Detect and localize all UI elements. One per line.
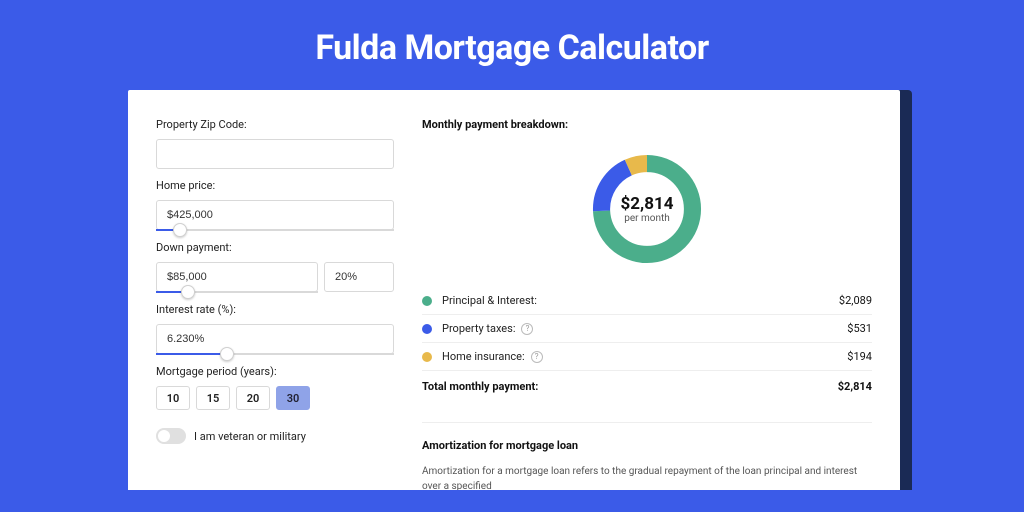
price-field: Home price: xyxy=(156,179,394,231)
dot-insurance xyxy=(422,352,432,362)
info-icon[interactable]: ? xyxy=(531,351,543,363)
legend-val-principal: $2,089 xyxy=(839,294,872,307)
rate-slider-handle[interactable] xyxy=(220,347,234,361)
legend-row-principal: Principal & Interest: $2,089 xyxy=(422,287,872,315)
rate-input[interactable] xyxy=(156,324,394,354)
period-field: Mortgage period (years): 10 15 20 30 xyxy=(156,365,394,410)
legend-label-principal: Principal & Interest: xyxy=(442,294,839,307)
total-row: Total monthly payment: $2,814 xyxy=(422,371,872,402)
results-column: Monthly payment breakdown: $2,814 per mo… xyxy=(422,118,872,490)
down-slider[interactable] xyxy=(156,291,318,293)
price-label: Home price: xyxy=(156,179,394,192)
legend-text-insurance: Home insurance: xyxy=(442,350,525,363)
period-option-15[interactable]: 15 xyxy=(196,386,230,410)
info-icon[interactable]: ? xyxy=(521,323,533,335)
amortization-title: Amortization for mortgage loan xyxy=(422,439,872,452)
price-slider[interactable] xyxy=(156,229,394,231)
legend-row-insurance: Home insurance: ? $194 xyxy=(422,343,872,371)
legend-row-taxes: Property taxes: ? $531 xyxy=(422,315,872,343)
period-label: Mortgage period (years): xyxy=(156,365,394,378)
total-value: $2,814 xyxy=(838,380,872,393)
down-field: Down payment: xyxy=(156,241,394,293)
down-label: Down payment: xyxy=(156,241,394,254)
donut-sub: per month xyxy=(624,213,670,224)
donut-amount: $2,814 xyxy=(621,194,674,214)
down-slider-handle[interactable] xyxy=(181,285,195,299)
veteran-label: I am veteran or military xyxy=(194,430,306,443)
payment-donut: $2,814 per month xyxy=(587,149,707,269)
rate-field: Interest rate (%): xyxy=(156,303,394,355)
legend-val-insurance: $194 xyxy=(847,350,872,363)
legend-label-taxes: Property taxes: ? xyxy=(442,322,847,335)
period-options: 10 15 20 30 xyxy=(156,386,394,410)
legend-val-taxes: $531 xyxy=(847,322,872,335)
legend-text-taxes: Property taxes: xyxy=(442,322,515,335)
period-option-10[interactable]: 10 xyxy=(156,386,190,410)
price-input[interactable] xyxy=(156,200,394,230)
price-slider-handle[interactable] xyxy=(173,223,187,237)
card-shadow: Property Zip Code: Home price: Down paym… xyxy=(128,90,912,490)
period-option-20[interactable]: 20 xyxy=(236,386,270,410)
veteran-toggle-knob xyxy=(158,430,170,442)
legend-text-principal: Principal & Interest: xyxy=(442,294,537,307)
form-column: Property Zip Code: Home price: Down paym… xyxy=(156,118,394,490)
veteran-toggle[interactable] xyxy=(156,428,186,444)
breakdown-title: Monthly payment breakdown: xyxy=(422,118,872,131)
zip-field: Property Zip Code: xyxy=(156,118,394,169)
donut-wrap: $2,814 per month xyxy=(422,143,872,287)
veteran-row: I am veteran or military xyxy=(156,428,394,444)
dot-principal xyxy=(422,296,432,306)
legend-label-insurance: Home insurance: ? xyxy=(442,350,847,363)
amortization-body: Amortization for a mortgage loan refers … xyxy=(422,464,872,490)
calculator-card: Property Zip Code: Home price: Down paym… xyxy=(128,90,900,490)
zip-input[interactable] xyxy=(156,139,394,169)
page-title: Fulda Mortgage Calculator xyxy=(0,0,1024,90)
period-option-30[interactable]: 30 xyxy=(276,386,310,410)
rate-label: Interest rate (%): xyxy=(156,303,394,316)
total-label: Total monthly payment: xyxy=(422,380,838,393)
donut-center: $2,814 per month xyxy=(587,149,707,269)
down-pct-input[interactable] xyxy=(324,262,394,292)
zip-label: Property Zip Code: xyxy=(156,118,394,131)
down-amount-input[interactable] xyxy=(156,262,318,292)
amortization-section: Amortization for mortgage loan Amortizat… xyxy=(422,422,872,490)
rate-slider[interactable] xyxy=(156,353,394,355)
dot-taxes xyxy=(422,324,432,334)
